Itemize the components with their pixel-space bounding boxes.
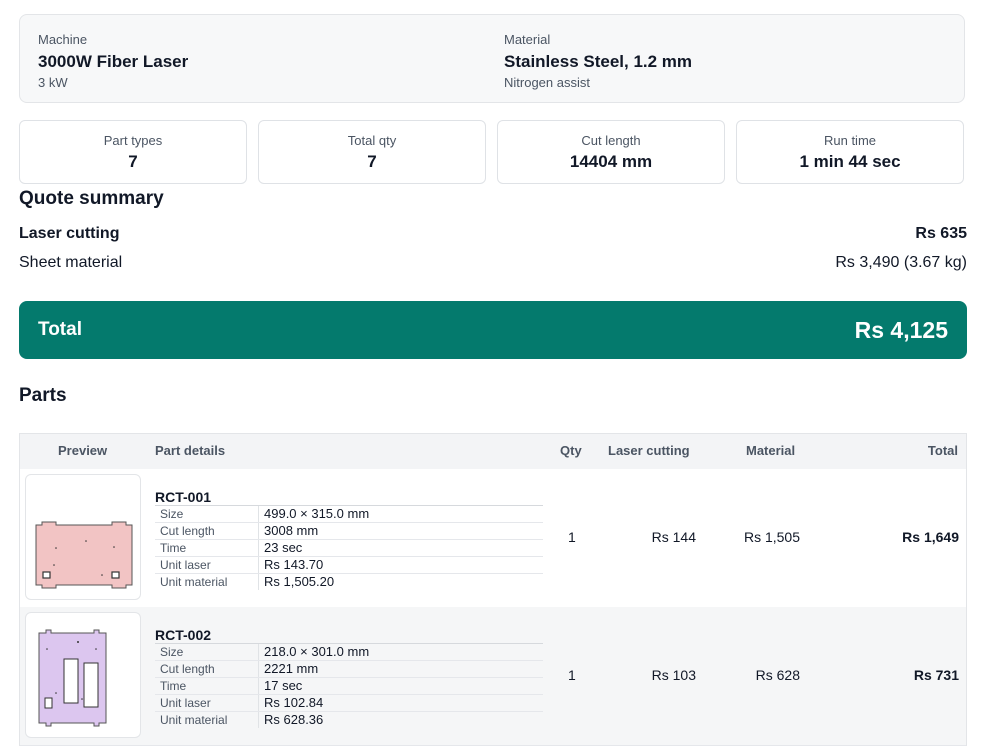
total-cell: Rs 1,649 — [902, 529, 959, 545]
total-cell: Rs 731 — [913, 667, 959, 683]
machine-power: 3 kW — [38, 75, 68, 90]
qty-cell: 1 — [568, 529, 576, 545]
part-preview-thumbnail[interactable] — [25, 612, 141, 738]
stat-label: Cut length — [581, 133, 641, 148]
spec-key: Unit material — [160, 713, 228, 727]
laser-cutting-cell: Rs 144 — [651, 529, 696, 545]
spec-key: Time — [160, 679, 187, 693]
stat-value: 1 min 44 sec — [799, 152, 901, 171]
spec-row: Cut length 3008 mm — [155, 523, 543, 540]
table-row: RCT-001 Size 499.0 × 315.0 mm Cut length 3… — [20, 469, 966, 608]
part-id: RCT-002 — [155, 627, 212, 643]
spec-key: Size — [160, 507, 184, 521]
sheet-material-value: Rs 3,490 (3.67 kg) — [835, 254, 967, 271]
stat-label: Total qty — [347, 133, 397, 148]
spec-key: Cut length — [160, 524, 215, 538]
total-value: Rs 4,125 — [854, 317, 948, 343]
material-label: Material — [504, 32, 551, 47]
sheet-material-label: Sheet material — [19, 254, 123, 271]
spec-value: 499.0 × 315.0 mm — [264, 506, 370, 521]
material-cell: Rs 1,505 — [743, 529, 800, 545]
spec-row: Size 499.0 × 315.0 mm — [155, 506, 543, 523]
spec-value: Rs 1,505.20 — [264, 574, 335, 589]
qty-cell: 1 — [568, 667, 576, 683]
spec-key: Time — [160, 541, 187, 555]
spec-value: Rs 628.36 — [264, 712, 324, 727]
spec-value: 17 sec — [264, 678, 303, 693]
stat-total-qty: Total qty 7 — [258, 120, 486, 184]
header-total: Total — [927, 443, 958, 458]
stat-part-types: Part types 7 — [19, 120, 247, 184]
spec-row: Unit laser Rs 102.84 — [155, 695, 543, 712]
material-cell: Rs 628 — [755, 667, 800, 683]
header-preview: Preview — [58, 443, 108, 458]
spec-value: Rs 102.84 — [264, 695, 324, 710]
laser-cutting-row: Laser cutting Rs 635 — [19, 224, 967, 244]
part-outline-rct-001 — [35, 521, 133, 589]
machine-material-card: Machine 3000W Fiber Laser 3 kW Material … — [19, 14, 965, 103]
machine-info: Machine 3000W Fiber Laser 3 kW — [38, 32, 188, 91]
header-part-details: Part details — [155, 443, 226, 458]
material-info: Material Stainless Steel, 1.2 mm Nitroge… — [504, 32, 692, 91]
stat-value: 7 — [367, 152, 377, 171]
spec-key: Unit laser — [160, 558, 211, 572]
part-id: RCT-001 — [155, 489, 212, 505]
machine-name: 3000W Fiber Laser — [38, 52, 189, 71]
laser-cutting-cell: Rs 103 — [651, 667, 696, 683]
spec-row: Unit material Rs 628.36 — [155, 712, 543, 728]
table-header: Preview Part details Qty Laser cutting M… — [20, 434, 966, 470]
part-preview-thumbnail[interactable] — [25, 474, 141, 600]
spec-key: Unit material — [160, 575, 228, 589]
stat-label: Run time — [823, 133, 877, 148]
parts-table: Preview Part details Qty Laser cutting M… — [19, 433, 967, 746]
spec-row: Cut length 2221 mm — [155, 661, 543, 678]
total-bar: Total Rs 4,125 — [19, 301, 967, 359]
spec-key: Size — [160, 645, 184, 659]
quote-summary-title: Quote summary — [19, 188, 164, 209]
spec-row: Time 23 sec — [155, 540, 543, 557]
parts-title: Parts — [19, 385, 67, 406]
part-spec-table: Size 218.0 × 301.0 mm Cut length 2221 mm T… — [155, 643, 543, 728]
laser-cutting-label: Laser cutting — [19, 225, 120, 242]
spec-value: Rs 143.70 — [264, 557, 324, 572]
material-name: Stainless Steel, 1.2 mm — [504, 52, 693, 71]
stat-cut-length: Cut length 14404 mm — [497, 120, 725, 184]
part-spec-table: Size 499.0 × 315.0 mm Cut length 3008 mm T… — [155, 505, 543, 590]
spec-row: Size 218.0 × 301.0 mm — [155, 644, 543, 661]
spec-row: Unit laser Rs 143.70 — [155, 557, 543, 574]
material-assist: Nitrogen assist — [504, 75, 590, 90]
header-laser-cutting: Laser cutting — [608, 443, 690, 458]
laser-cutting-value: Rs 635 — [915, 225, 967, 242]
machine-label: Machine — [38, 32, 88, 47]
stat-value: 7 — [128, 152, 138, 171]
header-material: Material — [746, 443, 796, 458]
part-outline-rct-002 — [38, 629, 107, 727]
spec-value: 23 sec — [264, 540, 303, 555]
stat-value: 14404 mm — [569, 152, 653, 171]
spec-value: 3008 mm — [264, 523, 319, 538]
stat-label: Part types — [103, 133, 163, 148]
spec-row: Time 17 sec — [155, 678, 543, 695]
total-label: Total — [38, 319, 82, 340]
header-qty: Qty — [560, 443, 582, 458]
stat-run-time: Run time 1 min 44 sec — [736, 120, 964, 184]
spec-key: Cut length — [160, 662, 215, 676]
spec-row: Unit material Rs 1,505.20 — [155, 574, 543, 590]
table-row: RCT-002 Size 218.0 × 301.0 mm Cut length 2… — [20, 607, 966, 746]
spec-value: 2221 mm — [264, 661, 319, 676]
sheet-material-row: Sheet material Rs 3,490 (3.67 kg) — [19, 253, 967, 273]
spec-value: 218.0 × 301.0 mm — [264, 644, 370, 659]
spec-key: Unit laser — [160, 696, 211, 710]
